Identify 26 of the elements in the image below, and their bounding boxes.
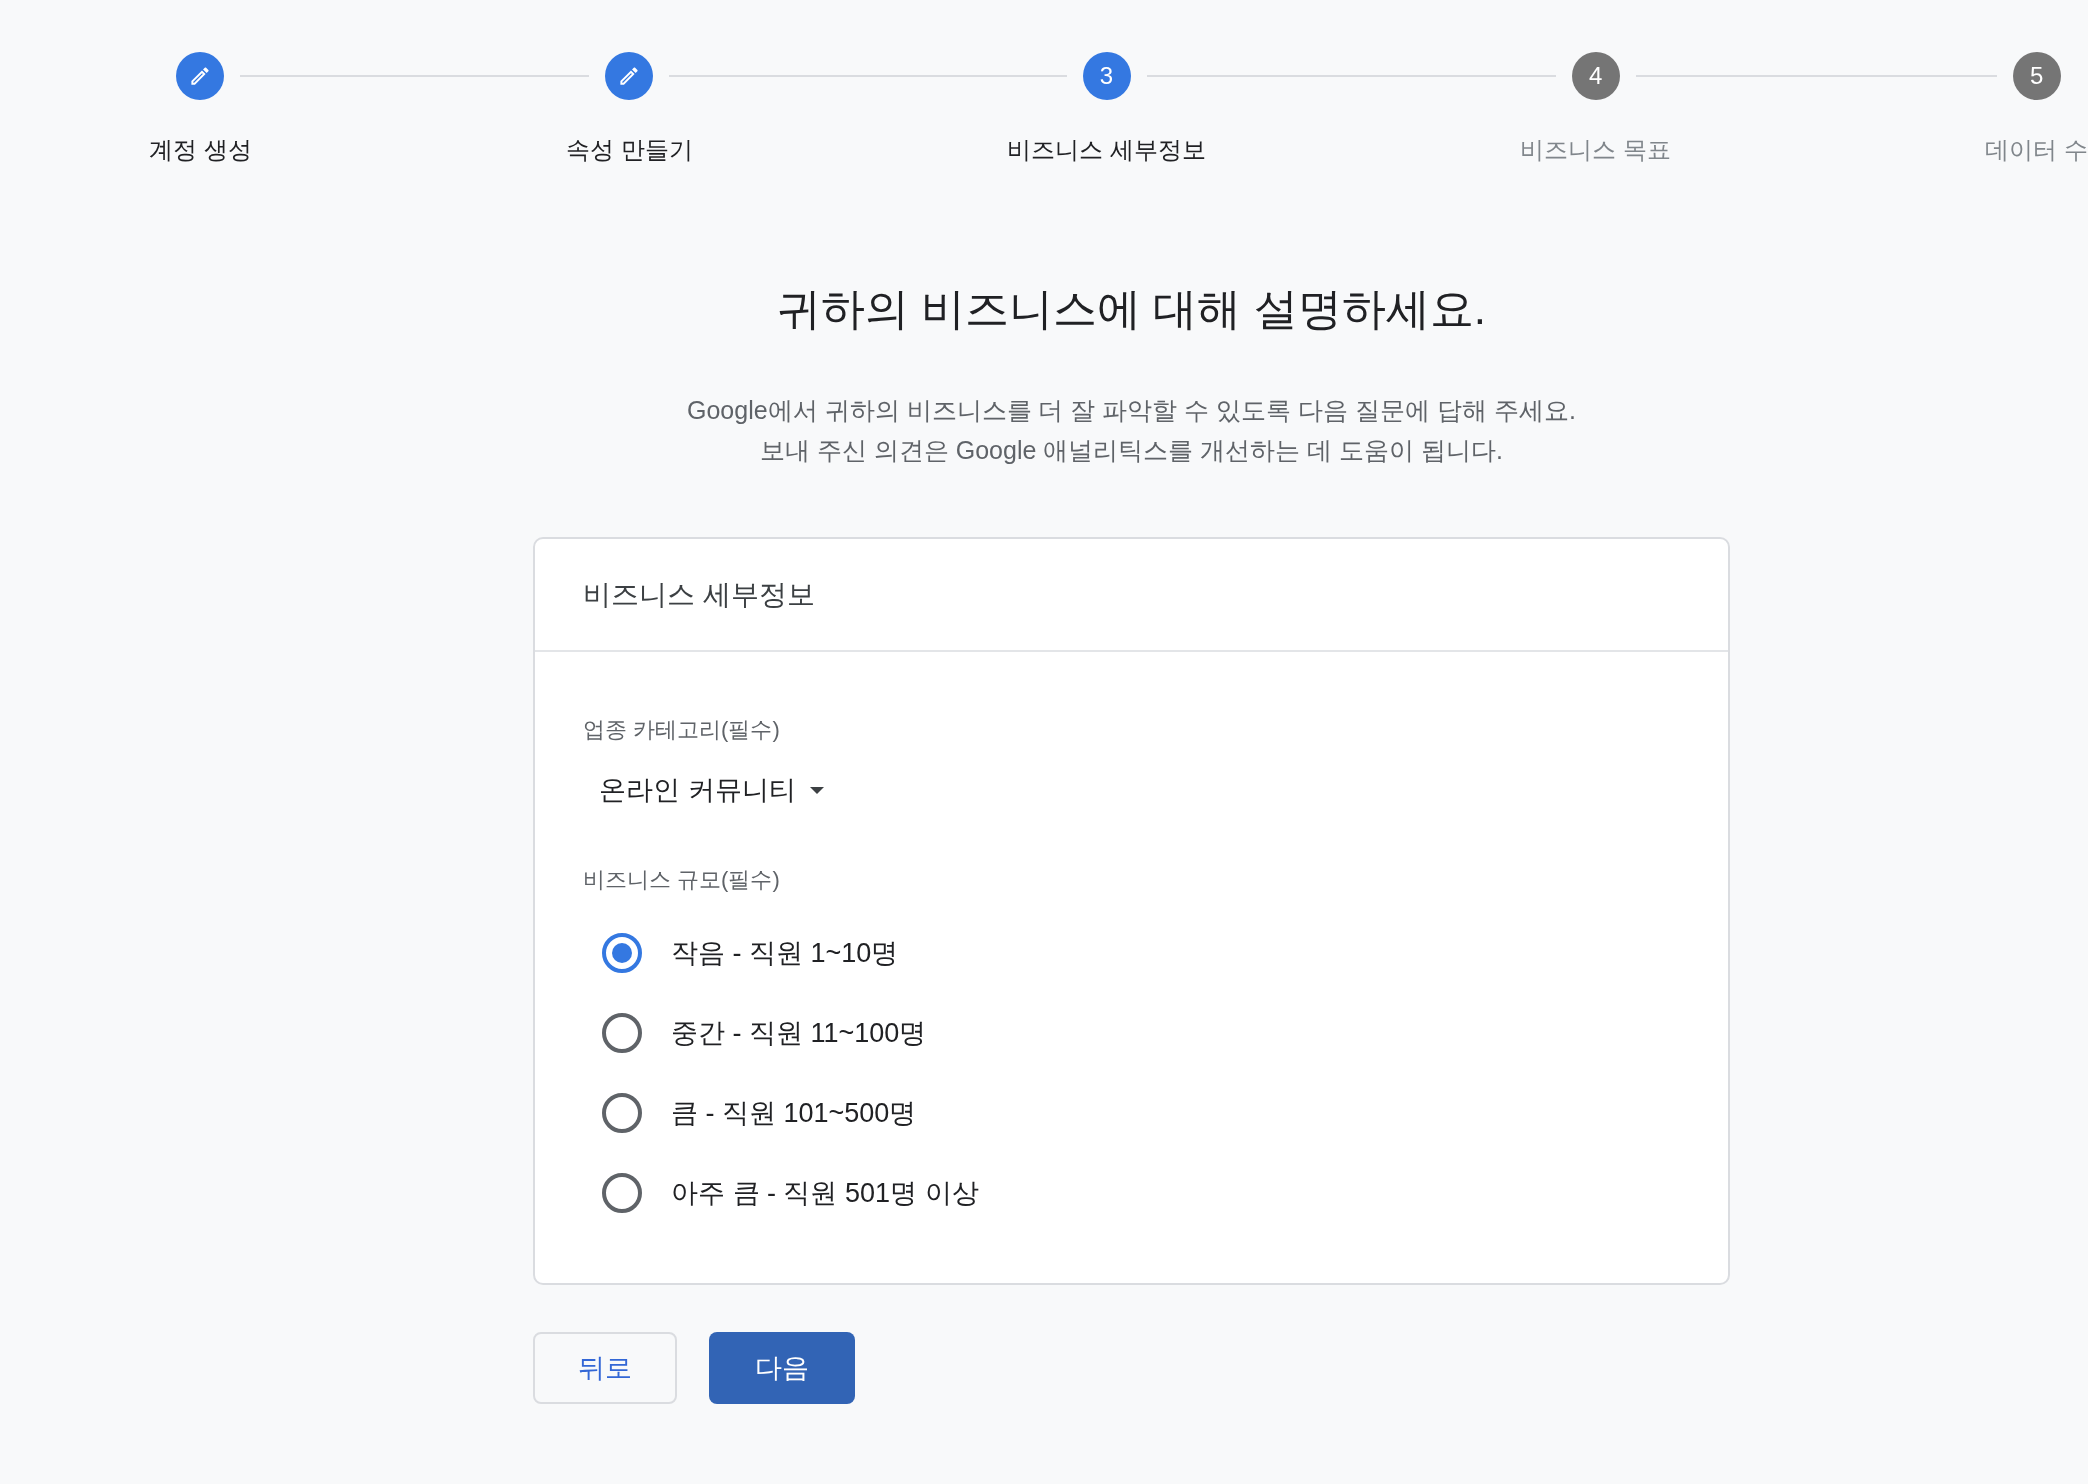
option-label: 아주 큼 - 직원 501명 이상 — [671, 1177, 979, 1210]
step-number: 4 — [1571, 52, 1620, 100]
page-heading: 귀하의 비즈니스에 대해 설명하세요. — [776, 283, 1487, 335]
step-label: 데이터 수 — [1985, 136, 2088, 164]
card-title: 비즈니스 세부정보 — [583, 577, 815, 612]
radio-button[interactable] — [602, 1173, 642, 1213]
step-label: 비즈니스 목표 — [1520, 136, 1671, 164]
radio-button[interactable] — [602, 1093, 642, 1133]
field-label: 비즈니스 규모(필수) — [583, 866, 780, 894]
option-label: 중간 - 직원 11~100명 — [671, 1017, 927, 1050]
back-button[interactable]: 뒤로 — [533, 1332, 677, 1404]
step-label: 비즈니스 세부정보 — [1007, 136, 1206, 164]
next-button[interactable]: 다음 — [709, 1332, 855, 1404]
option-label: 작음 - 직원 1~10명 — [671, 937, 899, 970]
category-dropdown[interactable]: 온라인 커뮤니티 — [583, 768, 832, 812]
step-number: 5 — [2012, 52, 2061, 100]
intro-text: 보내 주신 의견은 Google 애널리틱스를 개선하는 데 도움이 됩니다. — [759, 435, 1504, 466]
step-label: 속성 만들기 — [566, 136, 693, 164]
radio-button[interactable] — [602, 1013, 642, 1053]
intro-text: Google에서 귀하의 비즈니스를 더 잘 파악할 수 있도록 다음 질문에 답해 주세요. — [687, 395, 1576, 426]
field-label: 업종 카테고리(필수) — [583, 716, 780, 744]
step-number: 3 — [1082, 52, 1131, 100]
radio-button[interactable] — [602, 933, 642, 973]
option-label: 큼 - 직원 101~500명 — [671, 1097, 917, 1130]
caret-icon — [809, 786, 824, 794]
step-label: 계정 생성 — [149, 136, 252, 164]
